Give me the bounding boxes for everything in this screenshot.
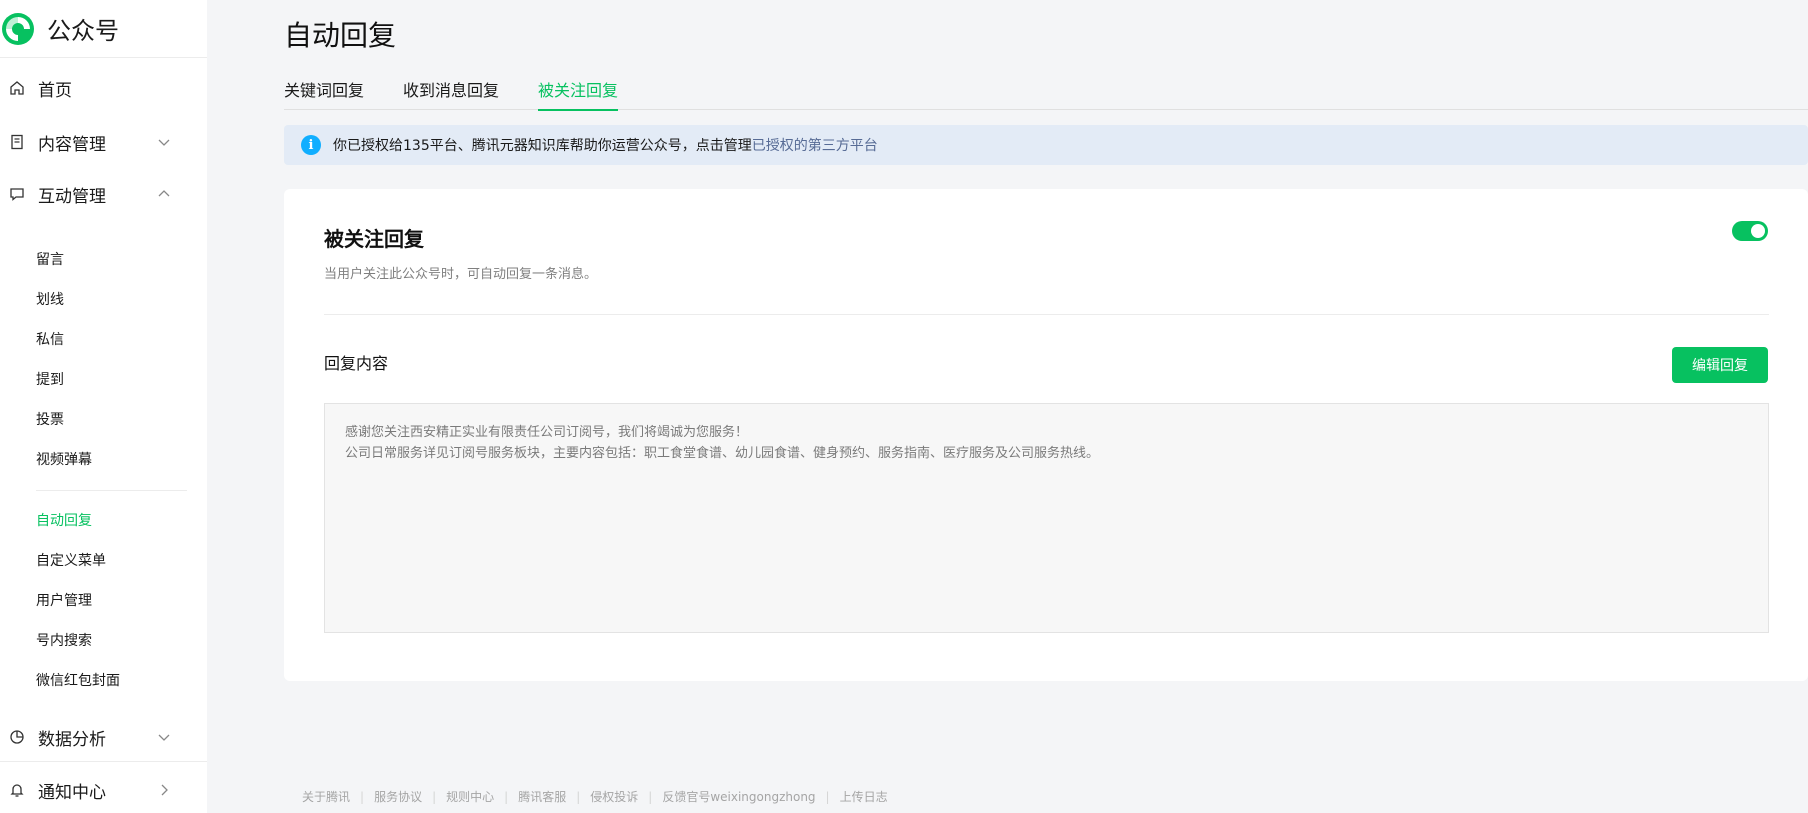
authorized-platforms-link[interactable]: 已授权的第三方平台 [752,135,878,155]
bell-icon [8,781,26,799]
footer-link-feedback-account[interactable]: 反馈官号weixingongzhong [662,788,815,805]
tab-keyword-reply[interactable]: 关键词回复 [284,78,364,110]
footer-separator: | [504,789,509,804]
toggle-knob [1751,224,1765,238]
footer-link-service-agreement[interactable]: 服务协议 [374,788,422,805]
sidebar-item-auto-reply[interactable]: 自动回复 [0,501,207,541]
sidebar: 公众号 首页 内容管理 互动管理 留言 划线 私信 提到 投票 视频弹幕 自动回… [0,0,207,813]
chat-bubble-icon [8,185,26,203]
brand-header[interactable]: 公众号 [0,0,207,58]
chevron-down-icon [158,139,170,146]
chevron-down-icon [158,734,170,741]
sidebar-item-label: 首页 [38,80,72,101]
footer-separator: | [576,789,581,804]
follow-reply-toggle[interactable] [1732,221,1768,241]
sidebar-divider [36,490,187,491]
footer-links: 关于腾讯 | 服务协议 | 规则中心 | 腾讯客服 | 侵权投诉 | 反馈官号weixin… [302,788,888,805]
brand-name: 公众号 [47,17,119,45]
info-icon: i [301,135,321,155]
reply-content-label: 回复内容 [324,354,389,373]
edit-reply-button[interactable]: 编辑回复 [1672,347,1768,383]
reply-tabs: 关键词回复 收到消息回复 被关注回复 [284,78,1808,111]
chevron-up-icon [158,190,170,197]
sidebar-item-custom-menu[interactable]: 自定义菜单 [0,541,207,581]
sidebar-item-in-account-search[interactable]: 号内搜索 [0,621,207,661]
footer-link-customer-service[interactable]: 腾讯客服 [518,788,566,805]
sidebar-item-red-packet-cover[interactable]: 微信红包封面 [0,661,207,701]
footer-separator: | [825,789,830,804]
sidebar-item-mentions[interactable]: 提到 [0,360,207,400]
pie-chart-icon [8,728,26,746]
follow-reply-card: 被关注回复 当用户关注此公众号时，可自动回复一条消息。 编辑回复 回复内容 感谢… [284,189,1808,681]
notice-text: 你已授权给135平台、腾讯元器知识库帮助你运营公众号，点击管理 [333,138,752,154]
tab-follow-reply[interactable]: 被关注回复 [538,78,619,111]
sidebar-item-label: 通知中心 [38,782,106,803]
reply-line: 公司日常服务详见订阅号服务板块，主要内容包括：职工食堂食谱、幼儿园食谱、健身预约… [345,446,1100,461]
footer-link-rules-center[interactable]: 规则中心 [446,788,494,805]
sidebar-item-home[interactable]: 首页 [0,60,207,116]
sidebar-item-notification-center[interactable]: 通知中心 [0,762,207,813]
page-title: 自动回复 [284,19,397,52]
wechat-mp-logo-icon [2,12,34,45]
home-icon [8,79,26,97]
footer-link-about-tencent[interactable]: 关于腾讯 [302,788,350,805]
sidebar-item-content-management[interactable]: 内容管理 [0,116,207,168]
tab-message-reply[interactable]: 收到消息回复 [403,78,499,110]
sidebar-item-data-analysis[interactable]: 数据分析 [0,721,207,753]
sidebar-item-comments[interactable]: 留言 [0,240,207,280]
footer-link-upload-log[interactable]: 上传日志 [840,788,888,805]
sidebar-item-interaction-management[interactable]: 互动管理 [0,168,207,220]
sidebar-item-user-management[interactable]: 用户管理 [0,581,207,621]
sidebar-item-label: 互动管理 [38,186,106,207]
footer-separator: | [432,789,437,804]
reply-line: 感谢您关注西安精正实业有限责任公司订阅号，我们将竭诚为您服务！ [345,425,749,440]
sidebar-item-underline[interactable]: 划线 [0,280,207,320]
sidebar-item-video-danmaku[interactable]: 视频弹幕 [0,440,207,480]
footer-link-infringement-complaint[interactable]: 侵权投诉 [590,788,638,805]
footer-separator: | [648,789,653,804]
chevron-right-icon [161,784,168,796]
authorization-notice: i 你已授权给135平台、腾讯元器知识库帮助你运营公众号，点击管理 已授权的第三方… [284,125,1808,165]
card-divider [324,314,1769,315]
document-icon [8,133,26,151]
reply-content-box: 感谢您关注西安精正实业有限责任公司订阅号，我们将竭诚为您服务！ 公司日常服务详见… [324,403,1769,633]
sidebar-item-private-messages[interactable]: 私信 [0,320,207,360]
footer-separator: | [360,789,365,804]
sidebar-item-polls[interactable]: 投票 [0,400,207,440]
sidebar-item-label: 数据分析 [38,729,106,750]
sidebar-item-label: 内容管理 [38,134,106,155]
